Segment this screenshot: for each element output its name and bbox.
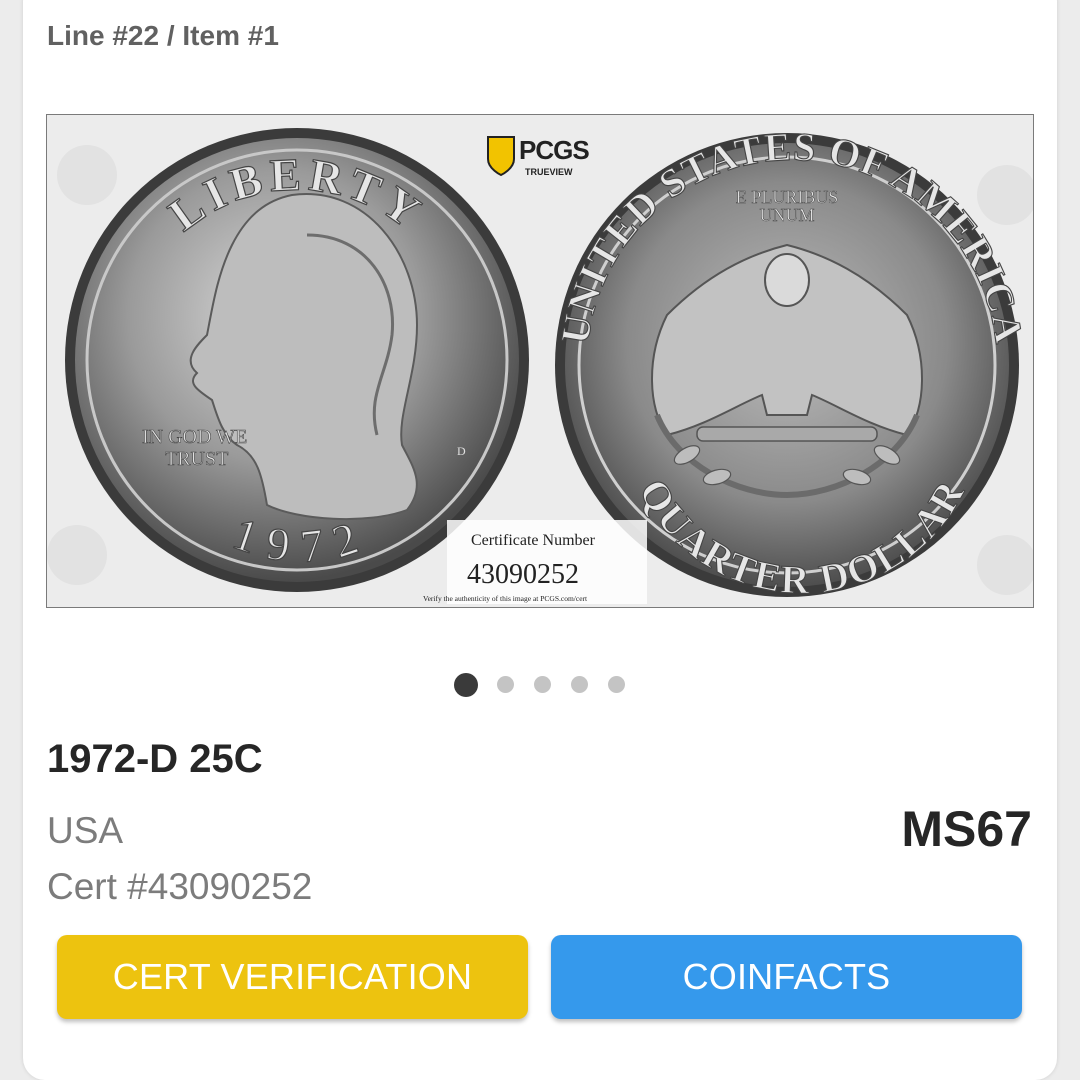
pcgs-logo-sub: TRUEVIEW [525, 167, 573, 177]
coin-image-viewer[interactable]: LIBERTY IN GOD WE TRUST D 1972 UNITED ST… [46, 114, 1034, 608]
obverse-mint-mark: D [457, 444, 466, 458]
carousel-dot-3[interactable] [534, 676, 551, 693]
reverse-motto-2: UNUM [759, 205, 814, 225]
line-item-label: Line #22 / Item #1 [47, 20, 279, 51]
certificate-number: 43090252 [467, 559, 579, 590]
cert-verification-button[interactable]: CERT VERIFICATION [57, 935, 528, 1019]
certificate-caption: Certificate Number [471, 532, 596, 549]
carousel-dot-5[interactable] [608, 676, 625, 693]
carousel-indicator [0, 673, 1080, 697]
coin-title: 1972-D 25C [47, 737, 263, 781]
verify-text: Verify the authenticity of this image at… [423, 594, 588, 603]
cert-number-label: Cert #43090252 [47, 866, 313, 907]
grade-label: MS67 [901, 801, 1032, 857]
carousel-dot-2[interactable] [497, 676, 514, 693]
carousel-dot-4[interactable] [571, 676, 588, 693]
obverse-motto-2: TRUST [165, 448, 228, 470]
certificate-block: Certificate Number 43090252 Verify the a… [423, 520, 647, 604]
reverse-motto-1: E PLURIBUS [736, 187, 839, 207]
obverse-motto-1: IN GOD WE [142, 426, 247, 448]
coin-country: USA [47, 810, 124, 851]
carousel-dot-1[interactable] [454, 673, 478, 697]
coinfacts-button[interactable]: COINFACTS [551, 935, 1022, 1019]
pcgs-logo-text: PCGS [519, 135, 589, 165]
